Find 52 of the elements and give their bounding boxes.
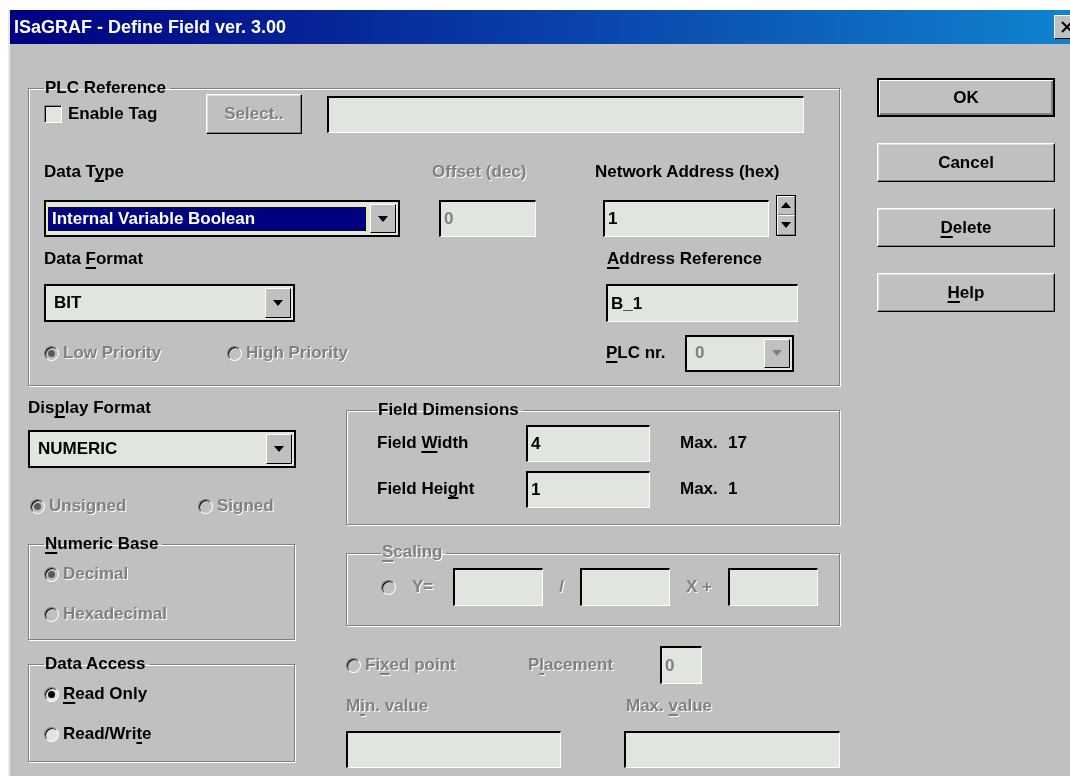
radio-button[interactable]: Read/Write [44, 714, 294, 754]
group-title: Field Dimensions [377, 400, 520, 420]
formula-label: X + [685, 577, 713, 597]
field-label: Placement [528, 655, 615, 675]
field-label: PLC nr. [606, 343, 667, 363]
spinner[interactable] [776, 194, 796, 236]
formula-label: / [558, 577, 565, 597]
field-label: Min. value [346, 696, 430, 716]
group-title: Data Access [44, 654, 147, 674]
field-label: Max. value [626, 696, 713, 716]
caret-icon [772, 350, 782, 356]
group-title: Numeric Base [44, 534, 160, 554]
field-label: Data Type [44, 162, 125, 182]
max-value-field[interactable] [624, 731, 840, 768]
dialog-button[interactable]: OK [877, 78, 1055, 117]
format-dropdown[interactable]: BIT [44, 284, 295, 322]
max-value: 1 [728, 479, 738, 499]
address-field[interactable]: 1 [603, 200, 769, 237]
min-value-field[interactable] [346, 731, 561, 768]
offset-field[interactable] [728, 568, 818, 606]
factor-field[interactable] [453, 568, 543, 606]
display-dropdown[interactable]: NUMERIC [28, 430, 296, 468]
group-title: PLC Reference [44, 78, 167, 98]
max-label: Max. [680, 479, 719, 499]
formula-label: Y= [412, 577, 435, 597]
reference-field[interactable]: B_1 [606, 284, 798, 322]
radio-button[interactable]: Read Only [44, 674, 294, 714]
up-arrow-icon [781, 202, 791, 209]
field-label: Data Format [44, 249, 145, 269]
dimension-field[interactable]: 1 [526, 470, 650, 508]
field-label: Network Address (hex) [595, 162, 780, 182]
tag-field[interactable] [327, 95, 804, 133]
data-type-dropdown[interactable]: Internal Variable Boolean [44, 200, 400, 237]
dimension-field[interactable]: 4 [526, 424, 650, 462]
max-label: Max. [680, 433, 719, 453]
dialog-button[interactable]: Cancel [877, 143, 1055, 182]
close-icon [1060, 21, 1070, 33]
down-arrow-icon [781, 221, 791, 228]
field-label: Offset (dec) [432, 162, 528, 182]
field-label: Field Height [377, 479, 476, 499]
caret-icon [273, 300, 283, 306]
checkbox[interactable]: Enable Tag [44, 104, 206, 124]
caret-icon [274, 446, 284, 452]
window-title: ISaGRAF - Define Field ver. 3.00 [14, 16, 288, 38]
max-value: 17 [728, 433, 747, 453]
field-label: Display Format [28, 398, 151, 418]
field-label: Address Reference [607, 249, 762, 269]
divisor-field[interactable] [580, 568, 670, 606]
dialog-button[interactable]: Help [877, 273, 1055, 312]
dialog-button[interactable]: Delete [877, 208, 1055, 247]
caret-icon [378, 215, 388, 222]
field-label: Field Width [377, 433, 470, 453]
